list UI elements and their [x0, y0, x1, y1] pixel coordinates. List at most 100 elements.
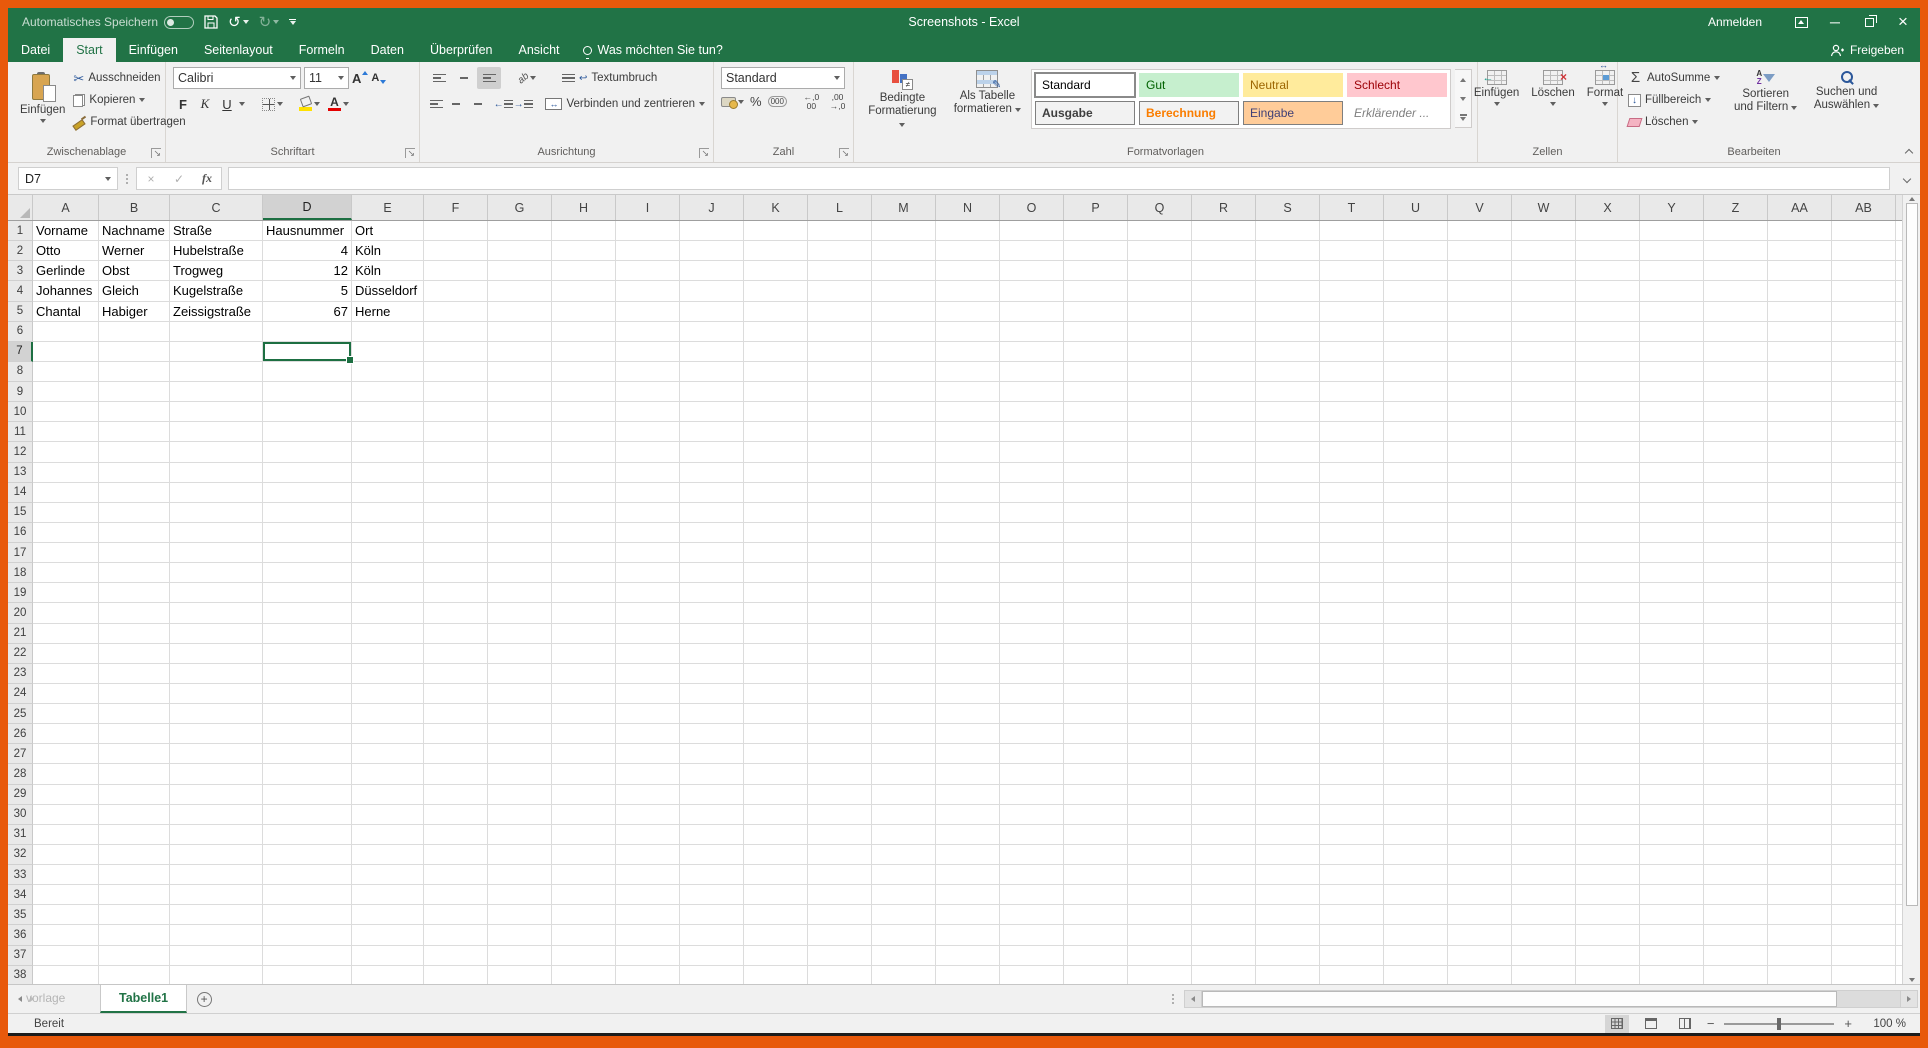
cell-S28[interactable] [1256, 764, 1320, 785]
cell-L4[interactable] [808, 281, 872, 302]
cell-AA24[interactable] [1768, 683, 1832, 704]
row-header-21[interactable]: 21 [8, 623, 33, 644]
cell-D19[interactable] [263, 583, 352, 604]
cell-G17[interactable] [488, 543, 552, 564]
cell-O26[interactable] [1000, 724, 1064, 745]
cell-L36[interactable] [808, 925, 872, 946]
cell-K19[interactable] [744, 583, 808, 604]
cell-Z12[interactable] [1704, 442, 1768, 463]
cell-G11[interactable] [488, 422, 552, 443]
cell-C29[interactable] [170, 784, 263, 805]
cell-K35[interactable] [744, 905, 808, 926]
cell-W13[interactable] [1512, 462, 1576, 483]
cell-R27[interactable] [1192, 744, 1256, 765]
cell-AA13[interactable] [1768, 462, 1832, 483]
cell-I25[interactable] [616, 704, 680, 725]
cell-V9[interactable] [1448, 382, 1512, 403]
cell-Y32[interactable] [1640, 844, 1704, 865]
cell-style-standard[interactable]: Standard [1034, 72, 1136, 98]
zoom-in-button[interactable]: + [1844, 1016, 1852, 1031]
cell-M7[interactable] [872, 341, 936, 362]
cell-X21[interactable] [1576, 623, 1640, 644]
cell-L25[interactable] [808, 704, 872, 725]
cell-R11[interactable] [1192, 422, 1256, 443]
cell-F26[interactable] [424, 724, 488, 745]
cell-T2[interactable] [1320, 241, 1384, 262]
cell-N25[interactable] [936, 704, 1000, 725]
cell-A7[interactable] [33, 341, 99, 362]
cell-C31[interactable] [170, 824, 263, 845]
cell-L19[interactable] [808, 583, 872, 604]
row-header-18[interactable]: 18 [8, 563, 33, 584]
cell-R10[interactable] [1192, 402, 1256, 423]
cell-A3[interactable]: Gerlinde [33, 261, 99, 282]
cell-U7[interactable] [1384, 341, 1448, 362]
cell-AB28[interactable] [1832, 764, 1896, 785]
cell-B37[interactable] [99, 945, 170, 966]
cell-F6[interactable] [424, 321, 488, 342]
cell-C19[interactable] [170, 583, 263, 604]
column-header-Z[interactable]: Z [1704, 195, 1768, 220]
cell-A33[interactable] [33, 865, 99, 886]
cell-M23[interactable] [872, 663, 936, 684]
row-header-34[interactable]: 34 [8, 885, 33, 906]
cell-A18[interactable] [33, 563, 99, 584]
cell-C30[interactable] [170, 804, 263, 825]
find-select-button[interactable]: Suchen und Auswählen [1808, 67, 1885, 144]
cell-T22[interactable] [1320, 643, 1384, 664]
cell-Z19[interactable] [1704, 583, 1768, 604]
cell-J1[interactable] [680, 221, 744, 242]
cell-T15[interactable] [1320, 502, 1384, 523]
cell-B32[interactable] [99, 844, 170, 865]
cell-W38[interactable] [1512, 965, 1576, 984]
cell-O32[interactable] [1000, 844, 1064, 865]
cell-style-erklrender[interactable]: Erklärender ... [1347, 101, 1447, 125]
cell-B24[interactable] [99, 683, 170, 704]
cell-L9[interactable] [808, 382, 872, 403]
cell-U29[interactable] [1384, 784, 1448, 805]
cell-W29[interactable] [1512, 784, 1576, 805]
cell-P11[interactable] [1064, 422, 1128, 443]
decrease-indent-button[interactable]: ← [494, 93, 513, 115]
undo-button[interactable]: ↺ [228, 13, 249, 31]
cell-F31[interactable] [424, 824, 488, 845]
cell-P34[interactable] [1064, 885, 1128, 906]
cell-S22[interactable] [1256, 643, 1320, 664]
cell-Z14[interactable] [1704, 482, 1768, 503]
cell-D28[interactable] [263, 764, 352, 785]
cell-AA32[interactable] [1768, 844, 1832, 865]
cell-I26[interactable] [616, 724, 680, 745]
cell-X1[interactable] [1576, 221, 1640, 242]
cell-A19[interactable] [33, 583, 99, 604]
cell-S19[interactable] [1256, 583, 1320, 604]
cell-H14[interactable] [552, 482, 616, 503]
cell-Y19[interactable] [1640, 583, 1704, 604]
cell-V6[interactable] [1448, 321, 1512, 342]
cell-F24[interactable] [424, 683, 488, 704]
ribbon-tab-datei[interactable]: Datei [8, 38, 63, 62]
cell-H13[interactable] [552, 462, 616, 483]
cell-L3[interactable] [808, 261, 872, 282]
cell-Q8[interactable] [1128, 361, 1192, 382]
cell-A21[interactable] [33, 623, 99, 644]
cell-L23[interactable] [808, 663, 872, 684]
cell-S14[interactable] [1256, 482, 1320, 503]
cell-U26[interactable] [1384, 724, 1448, 745]
cell-L16[interactable] [808, 522, 872, 543]
cell-V10[interactable] [1448, 402, 1512, 423]
shrink-font-button[interactable]: A [371, 72, 387, 84]
cell-P18[interactable] [1064, 563, 1128, 584]
name-box[interactable]: D7 [18, 167, 118, 190]
cell-T3[interactable] [1320, 261, 1384, 282]
cell-V37[interactable] [1448, 945, 1512, 966]
cell-Q31[interactable] [1128, 824, 1192, 845]
cell-C21[interactable] [170, 623, 263, 644]
cell-R15[interactable] [1192, 502, 1256, 523]
cell-U9[interactable] [1384, 382, 1448, 403]
cell-A16[interactable] [33, 522, 99, 543]
cell-T7[interactable] [1320, 341, 1384, 362]
cell-K2[interactable] [744, 241, 808, 262]
cell-V11[interactable] [1448, 422, 1512, 443]
cell-F34[interactable] [424, 885, 488, 906]
cell-O19[interactable] [1000, 583, 1064, 604]
